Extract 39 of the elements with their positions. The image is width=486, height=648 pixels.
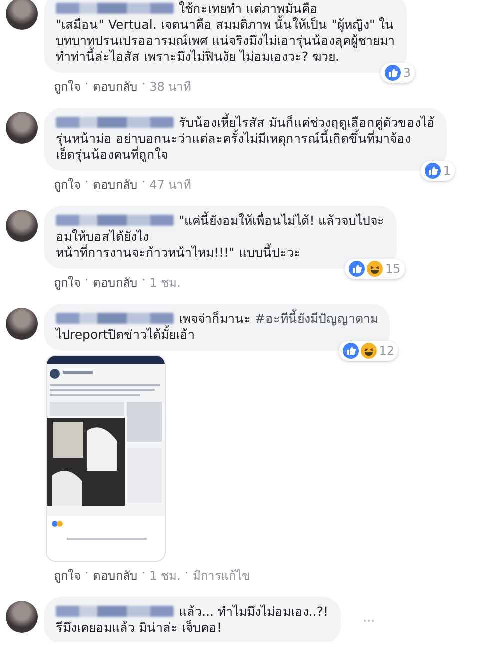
like-icon <box>425 163 442 179</box>
comment-text: แล้ว... ทำไมมึงไม่อมเอง..?! รีมึงเคยอมแล้ว มิน่าล่ะ เจ็บคอ! <box>56 604 328 636</box>
separator-dot: · <box>85 175 89 191</box>
like-link[interactable]: ถูกใจ <box>54 566 81 585</box>
like-icon <box>385 65 402 81</box>
avatar[interactable] <box>6 601 38 633</box>
comment-text: "แค่นี้ยังอมให้เพื่อนไม่ได้! แล้วจบไปจะ อมให้บอสได้ยังไง หน้าที่การงานจะก้าวหน้าไหม!!!" แบบนี้ปะวะ <box>56 213 385 261</box>
separator-dot: · <box>142 175 146 191</box>
laughing-face-icon <box>367 261 384 277</box>
separator-dot: · <box>142 77 146 93</box>
reply-link[interactable]: ตอบกลับ <box>92 175 138 194</box>
separator-dot: · <box>85 77 89 93</box>
edited-label: มีการแก้ไข <box>192 568 250 585</box>
timestamp: 1 ชม. <box>150 275 181 292</box>
like-icon <box>343 343 360 359</box>
reply-link[interactable]: ตอบกลับ <box>92 566 138 585</box>
like-link[interactable]: ถูกใจ <box>54 273 81 292</box>
like-link[interactable]: ถูกใจ <box>54 77 81 96</box>
like-icon <box>349 261 366 277</box>
reply-link[interactable]: ตอบกลับ <box>92 77 138 96</box>
avatar[interactable] <box>6 112 38 144</box>
avatar[interactable] <box>6 308 38 340</box>
comment-text: รับน้องเหี้ยไรสัส มันก็แค่ช่วงฤดูเลือกคู่ตัวของไอ้ รุ่นหน้าม่อ อย่าบอกนะว่าแต่ละครั้งไม่มีเหตุการณ์นี้เกิดขึ้นที่มาจ้อง เย็ดรุ่นน้องคนที่ถูกใจ <box>56 115 435 163</box>
avatar[interactable] <box>6 210 38 242</box>
reply-link[interactable]: ตอบกลับ <box>92 273 138 292</box>
comment-text: เพจจ่าก็มานะ #อะทีนี้ยังมีปัญญาตาม ไปreportปิดข่าวได้มั้ยเอ้า <box>56 311 378 343</box>
separator-dot: · <box>85 273 89 289</box>
separator-dot: · <box>184 566 189 582</box>
separator-dot: · <box>142 566 146 582</box>
laughing-face-icon <box>361 343 378 359</box>
timestamp: 38 นาที <box>150 79 192 96</box>
like-link[interactable]: ถูกใจ <box>54 175 81 194</box>
avatar[interactable] <box>6 0 38 30</box>
timestamp: 47 นาที <box>150 177 192 194</box>
separator-dot: · <box>85 566 89 582</box>
separator-dot: · <box>142 273 146 289</box>
timestamp: 1 ชม. <box>150 568 181 585</box>
comment-text: ใช้กะเทยทำ แต่ภาพมันคือ "เสมือน" Vertual. เจตนาคือ สมมติภาพ นั้นให้เป็น "ผู้หญิง" ใน บทบาทปรนเปรออารมณ์เพศ แน่จริงมึงไม่เอารุ่นน้องลุคผู้ชายมา ทำท่านี้ล่ะไอสัส เพราะมึงไม่ฟินงัย ไม่อมเองวะ? ฆวย. <box>56 1 395 65</box>
hashtag-link[interactable]: #อะทีนี้ยังมีปัญญาตาม <box>254 311 378 326</box>
